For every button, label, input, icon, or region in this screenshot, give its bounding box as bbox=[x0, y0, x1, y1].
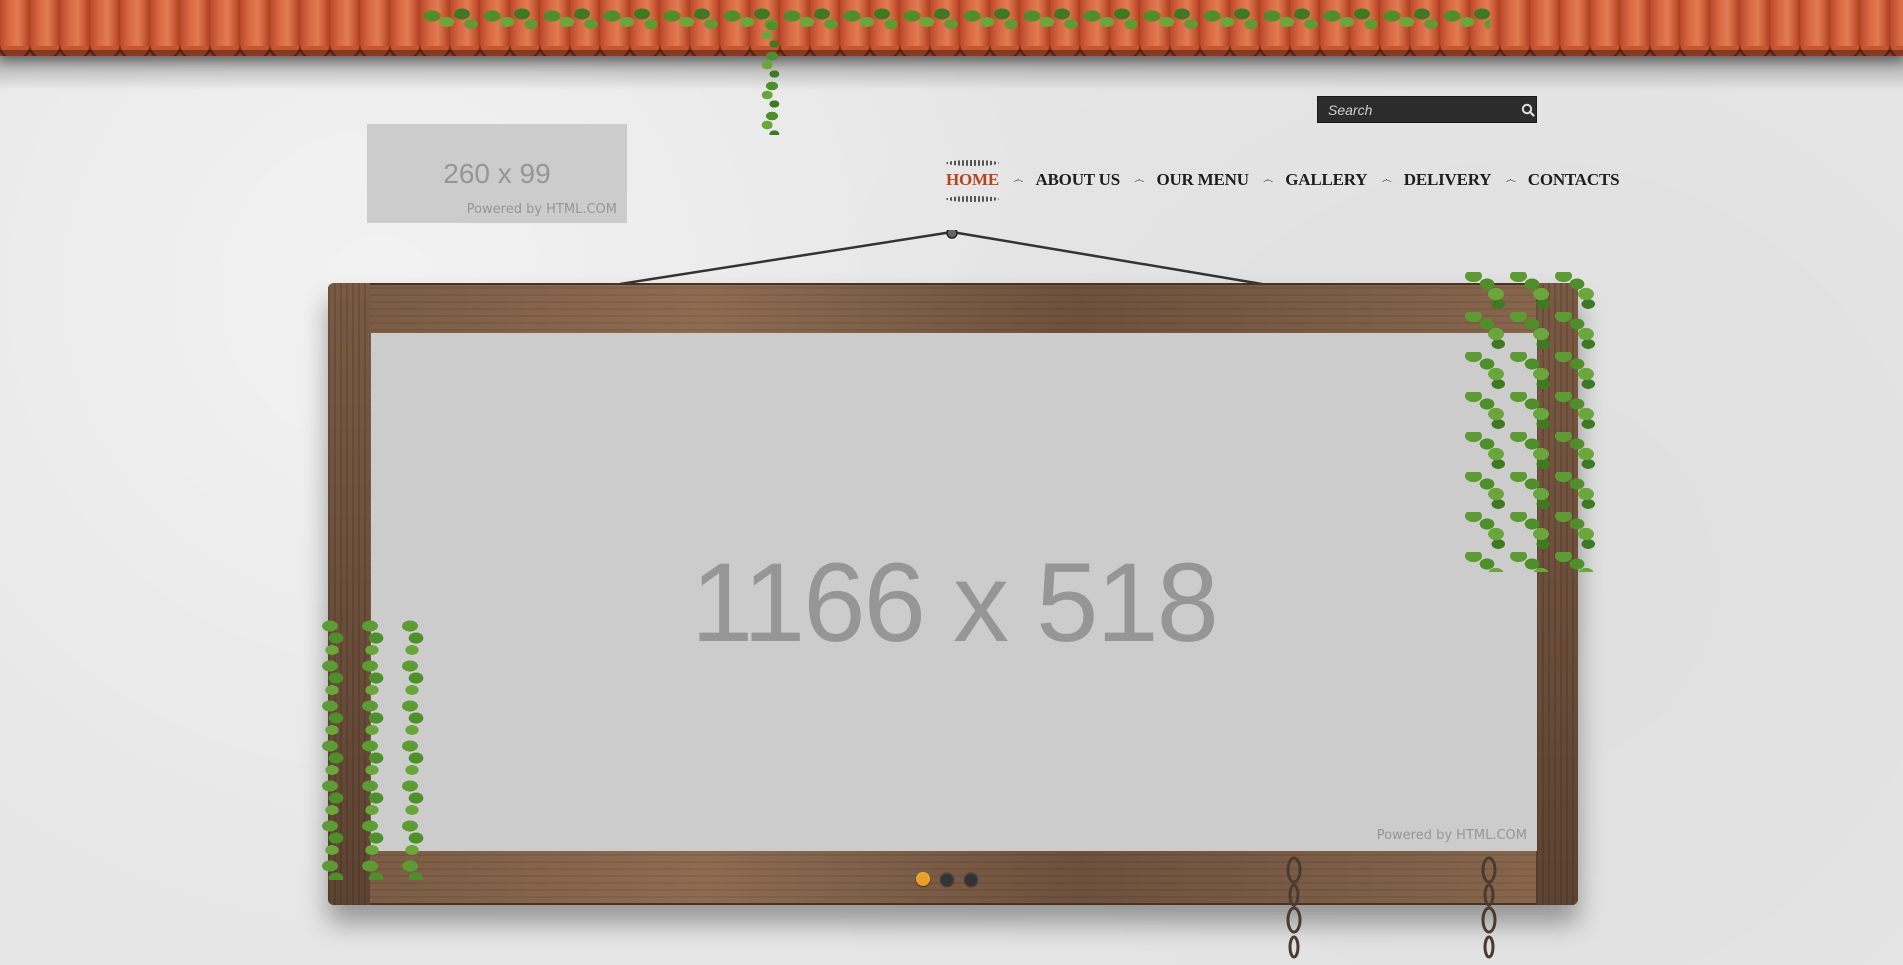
search-button[interactable] bbox=[1520, 97, 1536, 122]
nav-separator-icon: ෴ bbox=[1505, 173, 1516, 186]
slider-pagination bbox=[916, 872, 978, 886]
search-box bbox=[1317, 96, 1537, 123]
nav-item-home[interactable]: HOME bbox=[946, 160, 999, 202]
slide-powered-by: Powered by HTML.COM bbox=[1376, 828, 1527, 843]
hanging-wire bbox=[620, 230, 1262, 286]
nail-icon bbox=[946, 230, 958, 239]
ivy-left-decoration bbox=[322, 620, 432, 880]
search-input[interactable] bbox=[1318, 101, 1520, 118]
nav-separator-icon: ෴ bbox=[1134, 173, 1145, 186]
logo-placeholder[interactable]: 260 x 99 Powered by HTML.COM bbox=[367, 124, 627, 223]
nav-item-delivery[interactable]: DELIVERY bbox=[1404, 170, 1492, 190]
slide-dimensions: 1166 x 518 bbox=[691, 540, 1219, 665]
logo-dimensions: 260 x 99 bbox=[443, 158, 551, 189]
search-icon bbox=[1521, 103, 1535, 117]
nav-item-about-us[interactable]: ABOUT US bbox=[1035, 170, 1120, 190]
ivy-top-decoration bbox=[420, 0, 1490, 70]
nav-separator-icon: ෴ bbox=[1381, 173, 1392, 186]
slider-dot-2[interactable] bbox=[940, 872, 954, 886]
nav-item-gallery[interactable]: GALLERY bbox=[1285, 170, 1367, 190]
nav-separator-icon: ෴ bbox=[1013, 173, 1024, 186]
nav-item-contacts[interactable]: CONTACTS bbox=[1528, 170, 1620, 190]
ivy-hanging-decoration bbox=[748, 20, 796, 135]
chain-decoration-right bbox=[1481, 856, 1497, 959]
logo-powered-by: Powered by HTML.COM bbox=[466, 202, 617, 217]
slider-image-placeholder[interactable]: 1166 x 518 Powered by HTML.COM bbox=[371, 333, 1537, 851]
nav-item-our-menu[interactable]: OUR MENU bbox=[1156, 170, 1249, 190]
slider-dot-1[interactable] bbox=[916, 872, 930, 886]
nav-separator-icon: ෴ bbox=[1262, 173, 1274, 186]
chain-decoration-left bbox=[1286, 856, 1302, 959]
main-nav: HOME ෴ ABOUT US ෴ OUR MENU ෴ GALLERY ෴ D… bbox=[946, 160, 1620, 202]
ivy-right-decoration bbox=[1460, 272, 1596, 572]
slider-dot-3[interactable] bbox=[964, 872, 978, 886]
